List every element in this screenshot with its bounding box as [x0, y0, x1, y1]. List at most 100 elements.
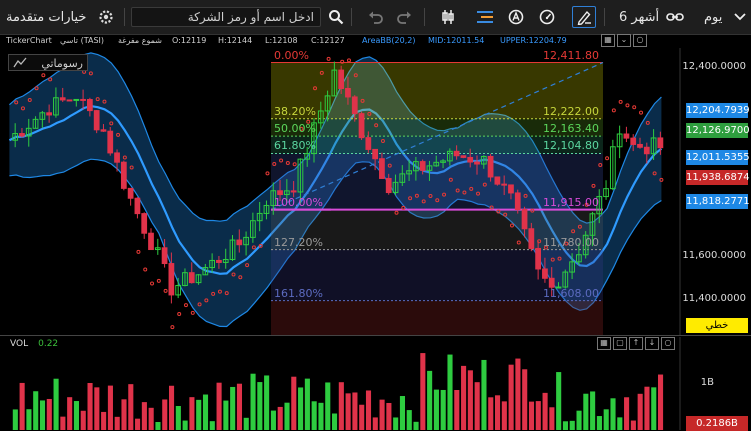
volume-bar	[325, 382, 331, 430]
search-icon[interactable]	[325, 7, 347, 27]
volume-bar	[535, 401, 541, 430]
volume-bar	[107, 385, 113, 430]
candle-body	[379, 158, 385, 179]
candle-body	[453, 150, 460, 157]
gear-icon[interactable]	[95, 7, 117, 27]
candle-body	[216, 259, 222, 263]
advanced-options-button[interactable]: خيارات متقدمة	[6, 7, 86, 27]
volume-bar	[393, 417, 399, 430]
speedometer-icon[interactable]	[536, 7, 558, 27]
volume-bar	[257, 382, 263, 430]
volume-bar	[576, 410, 582, 430]
low-value: L:12108	[265, 36, 298, 45]
top-toolbar: خيارات متقدمة ادخل اسم أو رمز الشركة 6 أ…	[0, 0, 751, 35]
volume-tick: 1B	[700, 377, 714, 388]
candle-body	[188, 272, 195, 284]
volume-bar	[433, 389, 439, 430]
volume-bar	[19, 382, 25, 430]
redo-icon[interactable]	[393, 7, 415, 27]
fib-price-label: 12,222.00	[543, 104, 599, 118]
price-tick: 12,400.0000	[682, 61, 746, 72]
volume-bar	[135, 418, 141, 430]
volume-bar	[454, 389, 460, 430]
volume-bar	[440, 389, 446, 430]
volume-bar	[508, 364, 514, 430]
price-chart[interactable]	[0, 48, 751, 336]
candle-body	[365, 137, 372, 150]
volume-bar	[250, 373, 256, 430]
volume-badge: 0.2186B	[686, 416, 748, 431]
fib-percent-label: 161.80%	[274, 286, 323, 300]
volume-bar	[624, 397, 630, 430]
candle-body	[236, 239, 243, 246]
volume-bar	[12, 409, 18, 430]
candle-body	[134, 197, 141, 215]
candle-body	[100, 129, 107, 132]
interval-selector[interactable]: يوم	[704, 7, 722, 27]
candle-body	[107, 130, 114, 154]
price-tick: 11,400.0000	[682, 293, 746, 304]
volume-bar	[101, 411, 107, 430]
close-icon[interactable]: ○	[633, 34, 647, 47]
chart-type-icon[interactable]	[437, 7, 459, 27]
price-tick: 11,600.0000	[682, 250, 746, 261]
collapse-icon[interactable]: ⌄	[617, 34, 631, 47]
drawing-tools-icon[interactable]	[572, 6, 596, 28]
open-value: O:12119	[172, 36, 207, 45]
candle-body	[528, 228, 535, 249]
pane-divider[interactable]	[0, 335, 751, 336]
volume-bars	[12, 353, 664, 430]
candle-body	[372, 148, 379, 160]
link-icon[interactable]	[664, 7, 686, 27]
candle-body	[148, 232, 154, 251]
volume-bar	[141, 402, 147, 430]
volume-bar	[291, 376, 297, 430]
volume-bar	[216, 382, 222, 430]
alert-icon[interactable]	[505, 7, 527, 27]
candle-body	[127, 187, 134, 199]
volume-bar	[60, 416, 66, 430]
volume-bar	[26, 409, 32, 430]
candle-body	[623, 133, 630, 139]
search-input[interactable]: ادخل اسم أو رمز الشركة	[131, 7, 321, 27]
volume-chart[interactable]	[0, 337, 751, 430]
undo-icon[interactable]	[365, 7, 387, 27]
candle-body	[643, 146, 650, 155]
volume-bar	[148, 407, 154, 430]
volume-bar	[345, 393, 351, 430]
fib-percent-label: 100.00%	[274, 195, 323, 209]
indicators-icon[interactable]	[474, 7, 496, 27]
volume-bar	[87, 382, 93, 430]
candle-body	[345, 87, 351, 98]
fib-percent-label: 0.00%	[274, 48, 309, 62]
fib-price-label: 12,163.40	[543, 122, 599, 136]
volume-bar	[379, 399, 385, 430]
toolbar-divider	[424, 8, 425, 26]
volume-bar	[372, 417, 378, 430]
price-badge-bb-upper: 12,204.7939	[686, 103, 750, 118]
volume-bar	[94, 387, 100, 430]
candle-body	[460, 155, 467, 158]
volume-bar	[332, 413, 338, 430]
volume-bar	[284, 402, 290, 430]
volume-bar	[128, 384, 134, 430]
candle-body	[385, 177, 392, 194]
candle-body	[487, 155, 494, 178]
fib-price-label: 11,780.00	[543, 235, 599, 249]
candle-body	[542, 268, 548, 279]
volume-bar	[461, 365, 467, 430]
line-tool-icon[interactable]	[13, 57, 27, 69]
candle-body	[66, 99, 73, 102]
price-badge-sar: 11,938.6874	[686, 170, 750, 185]
volume-bar	[603, 409, 609, 430]
price-badge-bb-mid: 12,011.5355	[686, 150, 750, 165]
scale-type-button[interactable]: خطي	[686, 318, 748, 333]
volume-bar	[162, 399, 168, 430]
period-selector[interactable]: 6 أشهر	[619, 7, 659, 27]
bb-mid-value: MID:12011.54	[428, 36, 485, 45]
volume-bar	[298, 387, 304, 430]
settings-mini-icon[interactable]: ▦	[601, 34, 615, 47]
chevron-down-icon[interactable]	[729, 7, 751, 27]
fib-price-label: 11,915.00	[543, 195, 599, 209]
candle-body	[358, 113, 365, 139]
